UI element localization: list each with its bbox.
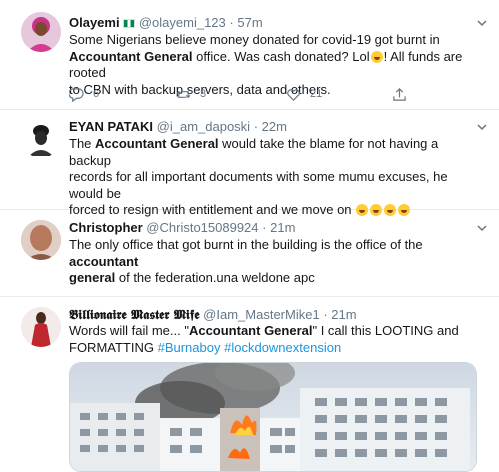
tweet-text-segment: " I call this LOOTING and (312, 323, 459, 338)
hashtag-link[interactable]: #lockdownextension (224, 340, 341, 355)
avatar[interactable] (21, 118, 61, 158)
reply-button[interactable]: 6 (69, 85, 99, 103)
share-icon (393, 87, 406, 101)
timestamp[interactable]: 21m (270, 220, 295, 235)
keyword-highlight: Accountant General (95, 136, 219, 151)
user-handle[interactable]: @i_am_daposki (157, 119, 250, 134)
separator-dot: · (229, 15, 234, 30)
user-handle[interactable]: @Iam_MasterMike1 (203, 307, 320, 322)
tweet-actions: 6 3 21 (69, 85, 409, 103)
tweet-christopher[interactable]: Christopher @Christo15089924 · 21m The o… (0, 210, 499, 297)
share-button[interactable] (392, 85, 407, 103)
keyword-highlight: Accountant General (188, 323, 313, 338)
tweet-text-segment: FORMATTING (69, 339, 158, 355)
tweet-text-segment: The (69, 136, 96, 151)
keyword-highlight: general (69, 270, 116, 285)
hashtag-link[interactable]: #Burnaboy (158, 340, 221, 355)
burning-building-image (70, 363, 476, 471)
reply-count: 6 (93, 88, 100, 100)
tweet-line: Words will fail me... "Accountant Genera… (69, 323, 479, 340)
tweet-text-segment: of the federation.una weldone apc (115, 270, 315, 285)
chevron-down-icon[interactable] (475, 16, 489, 30)
tweet-header: 𝕭𝖎𝖑𝖑𝖎𝖔𝖓𝖆𝖎𝖗𝖊 𝕸𝖆𝖘𝖙𝖊𝖗 𝕸𝖎𝖋𝖊 @Iam_MasterMike1… (69, 306, 489, 324)
like-icon (287, 88, 300, 101)
tweet-text-segment: Words will fail me... " (69, 323, 189, 338)
tweet-header: Olayemi @olayemi_123 · 57m (69, 14, 489, 32)
separator-dot: · (253, 119, 259, 134)
display-name[interactable]: Olayemi (69, 15, 120, 30)
display-name[interactable]: 𝕭𝖎𝖑𝖑𝖎𝖔𝖓𝖆𝖎𝖗𝖊 𝕸𝖆𝖘𝖙𝖊𝖗 𝕸𝖎𝖋𝖊 (69, 308, 200, 323)
keyword-highlight: accountant (69, 253, 139, 269)
user-handle[interactable]: @Christo15089924 (146, 220, 258, 235)
tweet-photo[interactable] (69, 362, 477, 472)
timestamp[interactable]: 21m (331, 307, 356, 322)
tweet-text-segment: The only office that got burnt in the bu… (69, 237, 423, 252)
timestamp[interactable]: 22m (262, 119, 287, 134)
avatar-image (21, 307, 61, 347)
retweet-count: 3 (200, 88, 207, 100)
tweet-line: The Accountant General would take the bl… (69, 136, 479, 169)
avatar[interactable] (21, 12, 61, 52)
avatar-image (21, 12, 61, 52)
keyword-highlight: Accountant General (69, 48, 193, 64)
like-count: 21 (310, 88, 323, 100)
tweet-line: Some Nigerians believe money donated for… (69, 32, 440, 47)
tweet-text: The Accountant General would take the bl… (69, 136, 479, 219)
tweet-line: FORMATTING #Burnaboy #lockdownextension (69, 340, 479, 357)
tweet-text: The only office that got burnt in the bu… (69, 237, 479, 287)
tweet-eyan-pataki[interactable]: EYAN PATAKI @i_am_daposki · 22m The Acco… (0, 110, 499, 217)
tweet-text: Words will fail me... "Accountant Genera… (69, 323, 479, 356)
avatar-image (21, 220, 61, 260)
tweet-line: records for all important documents with… (69, 169, 448, 201)
retweet-icon (176, 90, 191, 98)
chevron-down-icon[interactable] (475, 221, 489, 235)
display-name[interactable]: EYAN PATAKI (69, 119, 153, 134)
avatar[interactable] (21, 220, 61, 260)
display-name[interactable]: Christopher (69, 220, 143, 235)
reply-icon (69, 87, 84, 102)
tweet-header: EYAN PATAKI @i_am_daposki · 22m (69, 118, 489, 136)
tweet-line: The only office that got burnt in the bu… (69, 237, 479, 270)
like-button[interactable]: 21 (286, 85, 322, 103)
avatar[interactable] (21, 307, 61, 347)
grinning-emoji-icon (370, 50, 383, 63)
separator-dot: · (323, 307, 328, 322)
tweet-olayemi[interactable]: Olayemi @olayemi_123 · 57m Some Nigerian… (0, 0, 499, 110)
user-handle[interactable]: @olayemi_123 (139, 15, 226, 30)
tweet-header: Christopher @Christo15089924 · 21m (69, 219, 489, 237)
tweet-line: general of the federation.una weldone ap… (69, 270, 479, 287)
chevron-down-icon[interactable] (475, 120, 489, 134)
avatar-image (21, 118, 61, 158)
separator-dot: · (262, 220, 267, 235)
tweet-line: Accountant General office. Was cash dona… (69, 49, 479, 82)
nigeria-flag-icon (123, 19, 136, 28)
retweet-button[interactable]: 3 (176, 85, 206, 103)
tweet-text-segment: office. Was cash donated? Lol (192, 48, 370, 64)
timestamp[interactable]: 57m (237, 15, 262, 30)
